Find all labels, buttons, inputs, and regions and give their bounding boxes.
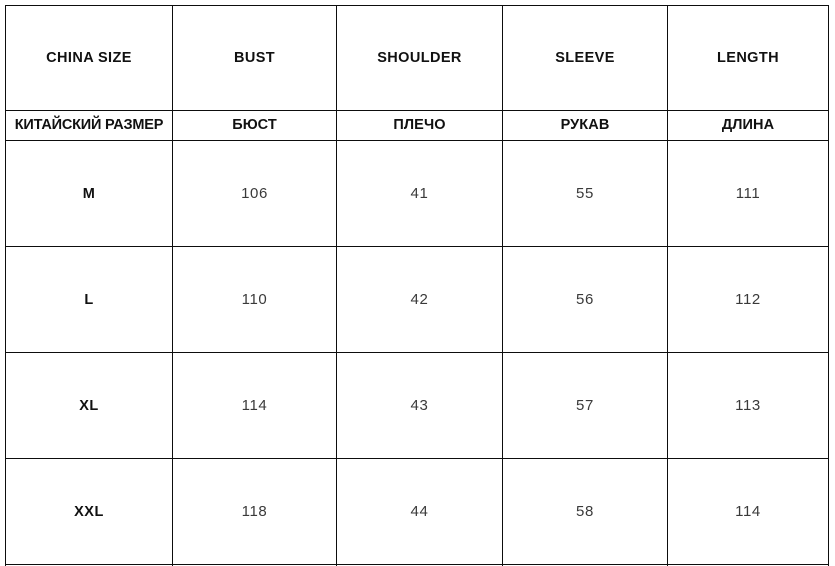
cell-shoulder: 42 xyxy=(336,246,503,353)
cell-sleeve: 58 xyxy=(502,458,668,565)
header-length: LENGTH xyxy=(667,5,829,111)
header-china-size-ru: КИТАЙСКИЙ РАЗМЕР xyxy=(5,110,173,141)
cell-size: L xyxy=(5,246,173,353)
cell-bust: 118 xyxy=(172,458,337,565)
table-row: M 106 41 55 111 xyxy=(5,140,829,247)
cell-length: 112 xyxy=(667,246,829,353)
cell-length: 111 xyxy=(667,140,829,247)
size-chart-table: CHINA SIZE BUST SHOULDER SLEEVE LENGTH К… xyxy=(5,5,829,566)
table-row: XL 114 43 57 113 xyxy=(5,352,829,459)
header-bust-ru: БЮСТ xyxy=(172,110,337,141)
cell-size: M xyxy=(5,140,173,247)
header-china-size: CHINA SIZE xyxy=(5,5,173,111)
cell-size: XXL xyxy=(5,458,173,565)
cell-bust: 114 xyxy=(172,352,337,459)
header-shoulder-ru: ПЛЕЧО xyxy=(336,110,503,141)
cell-length: 114 xyxy=(667,458,829,565)
header-sleeve-ru: РУКАВ xyxy=(502,110,668,141)
cell-shoulder: 44 xyxy=(336,458,503,565)
cell-size: XL xyxy=(5,352,173,459)
header-row-russian: КИТАЙСКИЙ РАЗМЕР БЮСТ ПЛЕЧО РУКАВ ДЛИНА xyxy=(5,110,829,141)
cell-sleeve: 55 xyxy=(502,140,668,247)
header-row-english: CHINA SIZE BUST SHOULDER SLEEVE LENGTH xyxy=(5,5,829,111)
cell-sleeve: 56 xyxy=(502,246,668,353)
cell-bust: 106 xyxy=(172,140,337,247)
header-bust: BUST xyxy=(172,5,337,111)
cell-sleeve: 57 xyxy=(502,352,668,459)
size-chart-container: CHINA SIZE BUST SHOULDER SLEEVE LENGTH К… xyxy=(0,0,835,566)
table-row: L 110 42 56 112 xyxy=(5,246,829,353)
cell-length: 113 xyxy=(667,352,829,459)
cell-shoulder: 43 xyxy=(336,352,503,459)
table-row: XXL 118 44 58 114 xyxy=(5,458,829,565)
header-sleeve: SLEEVE xyxy=(502,5,668,111)
header-shoulder: SHOULDER xyxy=(336,5,503,111)
header-length-ru: ДЛИНА xyxy=(667,110,829,141)
cell-bust: 110 xyxy=(172,246,337,353)
cell-shoulder: 41 xyxy=(336,140,503,247)
